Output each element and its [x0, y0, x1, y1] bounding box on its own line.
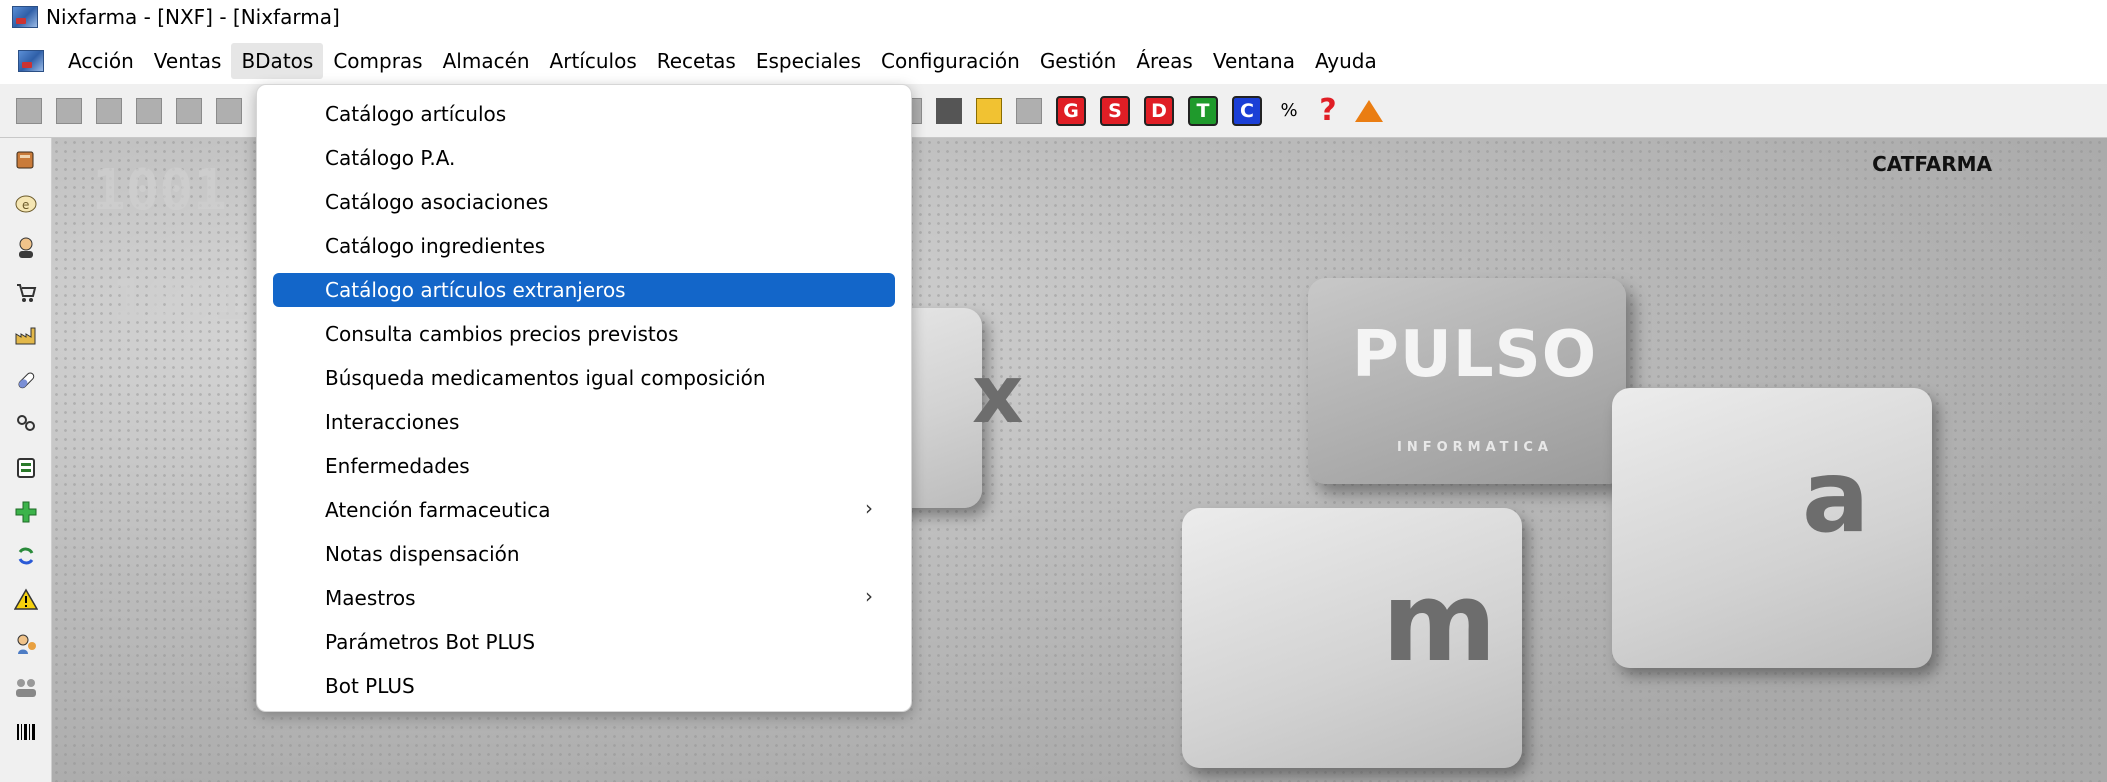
menu-item-label: Bot PLUS — [325, 674, 415, 698]
folder-icon[interactable] — [976, 97, 1002, 124]
menu-item-catalogo-asociaciones[interactable]: Catálogo asociaciones — [273, 185, 895, 219]
decorative-digits: 1001 — [112, 268, 247, 333]
menu-item-label: Búsqueda medicamentos igual composición — [325, 366, 766, 390]
menu-item-label: Maestros — [325, 586, 416, 610]
d-button[interactable]: D — [1144, 95, 1174, 126]
key-letter-a: a — [1802, 438, 1870, 555]
edit-icon[interactable] — [96, 97, 122, 124]
menu-recetas[interactable]: Recetas — [647, 43, 746, 79]
printer-icon[interactable] — [14, 456, 38, 480]
document-icon[interactable] — [56, 97, 82, 124]
menu-configuracion[interactable]: Configuración — [871, 43, 1030, 79]
decorative-digits: 1001 — [92, 158, 227, 223]
menu-item-label: Consulta cambios precios previstos — [325, 322, 679, 346]
menu-item-label: Atención farmaceutica — [325, 498, 551, 522]
menu-bdatos[interactable]: BDatos — [231, 43, 324, 79]
user-icon[interactable] — [14, 236, 38, 260]
system-menu-icon[interactable] — [18, 50, 44, 72]
upload-icon[interactable] — [1355, 99, 1383, 122]
cart-toolbar-icon[interactable] — [1016, 97, 1042, 124]
menu-item-bot-plus[interactable]: Bot PLUS — [273, 669, 895, 703]
group-icon[interactable] — [14, 676, 38, 700]
people-icon[interactable] — [14, 412, 38, 436]
menu-item-catalogo-articulos-extranjeros[interactable]: Catálogo artículos extranjeros — [273, 273, 895, 307]
window-title: Nixfarma - [NXF] - [Nixfarma] — [46, 5, 340, 29]
title-bar: Nixfarma - [NXF] - [Nixfarma] — [0, 0, 2107, 34]
menu-item-label: Enfermedades — [325, 454, 470, 478]
menu-item-enfermedades[interactable]: Enfermedades — [273, 449, 895, 483]
refresh-icon[interactable] — [14, 544, 38, 568]
menu-item-notas-dispensacion[interactable]: Notas dispensación — [273, 537, 895, 571]
warning-icon[interactable] — [14, 588, 38, 612]
s-button[interactable]: S — [1100, 95, 1130, 126]
stop-icon[interactable] — [936, 97, 962, 124]
keyboard-key — [1612, 388, 1932, 668]
menu-especiales[interactable]: Especiales — [746, 43, 871, 79]
binoculars-icon[interactable] — [176, 97, 202, 124]
bdatos-dropdown: Catálogo artículos Catálogo P.A. Catálog… — [256, 84, 912, 712]
g-button[interactable]: G — [1056, 95, 1086, 126]
percent-icon[interactable]: % — [1276, 98, 1302, 124]
barcode-icon[interactable] — [14, 720, 38, 744]
logo-text: PULSO — [1352, 318, 1598, 392]
menu-item-catalogo-articulos[interactable]: Catálogo artículos — [273, 97, 895, 131]
t-button[interactable]: T — [1188, 95, 1218, 126]
app-logo-icon — [12, 6, 38, 28]
plus-icon[interactable] — [14, 500, 38, 524]
menu-item-label: Parámetros Bot PLUS — [325, 630, 536, 654]
menu-item-interacciones[interactable]: Interacciones — [273, 405, 895, 439]
menu-item-maestros[interactable]: Maestros › — [273, 581, 895, 615]
menu-item-label: Catálogo ingredientes — [325, 234, 546, 258]
menu-ventas[interactable]: Ventas — [144, 43, 232, 79]
menu-item-catalogo-ingredientes[interactable]: Catálogo ingredientes — [273, 229, 895, 263]
svg-text:e: e — [22, 198, 29, 212]
menu-item-atencion-farmaceutica[interactable]: Atención farmaceutica › — [273, 493, 895, 527]
e-icon[interactable]: e — [14, 192, 38, 216]
menu-ayuda[interactable]: Ayuda — [1305, 43, 1387, 79]
key-letter-m: m — [1382, 558, 1497, 686]
corner-label: CATFARMA — [1872, 152, 1992, 176]
menu-almacen[interactable]: Almacén — [433, 43, 540, 79]
disk-icon[interactable] — [136, 97, 162, 124]
menu-accion[interactable]: Acción — [58, 43, 144, 79]
menu-item-busqueda-medicamentos[interactable]: Búsqueda medicamentos igual composición — [273, 361, 895, 395]
menu-item-label: Notas dispensación — [325, 542, 520, 566]
menu-bar: Acción Ventas BDatos Compras Almacén Art… — [0, 38, 2107, 84]
menu-compras[interactable]: Compras — [323, 43, 432, 79]
cart-icon[interactable] — [14, 280, 38, 304]
menu-areas[interactable]: Áreas — [1126, 43, 1202, 79]
factory-icon[interactable] — [14, 324, 38, 348]
pill-icon[interactable] — [14, 368, 38, 392]
menu-item-label: Catálogo P.A. — [325, 146, 456, 170]
menu-item-label: Catálogo asociaciones — [325, 190, 549, 214]
c-button[interactable]: C — [1232, 95, 1262, 126]
book-icon[interactable] — [14, 148, 38, 172]
grip-icon[interactable] — [16, 97, 42, 124]
left-icon-bar: e — [0, 138, 52, 782]
help-icon[interactable]: ? — [1316, 93, 1340, 128]
menu-articulos[interactable]: Artículos — [540, 43, 647, 79]
menu-item-label: Catálogo artículos — [325, 102, 507, 126]
logo-subtext: INFORMATICA — [1397, 440, 1553, 455]
menu-item-label: Interacciones — [325, 410, 460, 434]
submenu-arrow-icon: › — [865, 496, 873, 520]
menu-ventana[interactable]: Ventana — [1203, 43, 1305, 79]
person-icon[interactable] — [14, 632, 38, 656]
key-letter-x: x — [972, 348, 1024, 441]
submenu-arrow-icon: › — [865, 584, 873, 608]
menu-item-parametros-bot-plus[interactable]: Parámetros Bot PLUS — [273, 625, 895, 659]
report-icon[interactable] — [216, 97, 242, 124]
menu-item-catalogo-pa[interactable]: Catálogo P.A. — [273, 141, 895, 175]
menu-gestion[interactable]: Gestión — [1030, 43, 1127, 79]
menu-item-label: Catálogo artículos extranjeros — [325, 278, 626, 302]
menu-item-consulta-cambios-precios[interactable]: Consulta cambios precios previstos — [273, 317, 895, 351]
